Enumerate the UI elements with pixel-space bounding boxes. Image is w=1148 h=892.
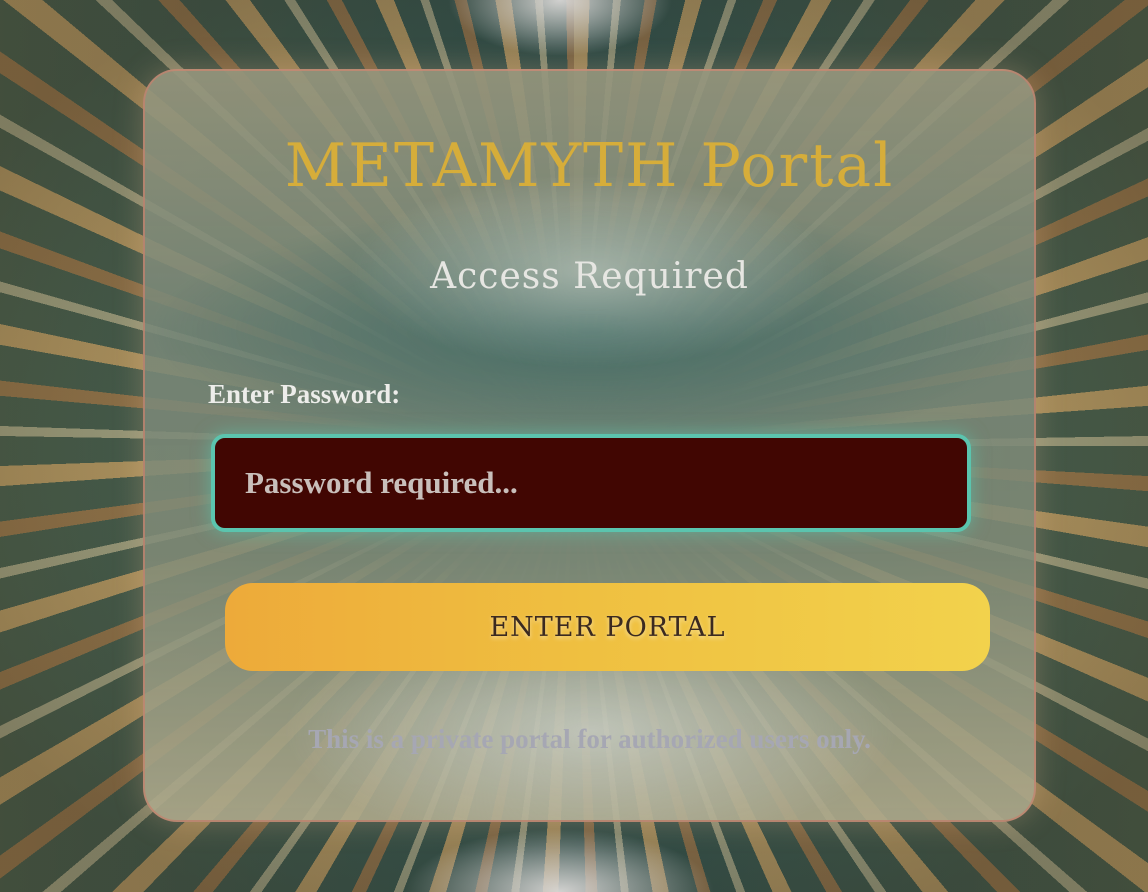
enter-portal-button[interactable]: ENTER PORTAL [225, 583, 990, 671]
login-card: METAMYTH Portal Access Required Enter Pa… [143, 69, 1036, 822]
private-portal-notice: This is a private portal for authorized … [308, 724, 871, 754]
portal-title: METAMYTH Portal [284, 131, 895, 201]
access-required-heading: Access Required [430, 256, 749, 297]
password-label: Enter Password: [208, 379, 401, 409]
password-input[interactable] [211, 434, 971, 532]
